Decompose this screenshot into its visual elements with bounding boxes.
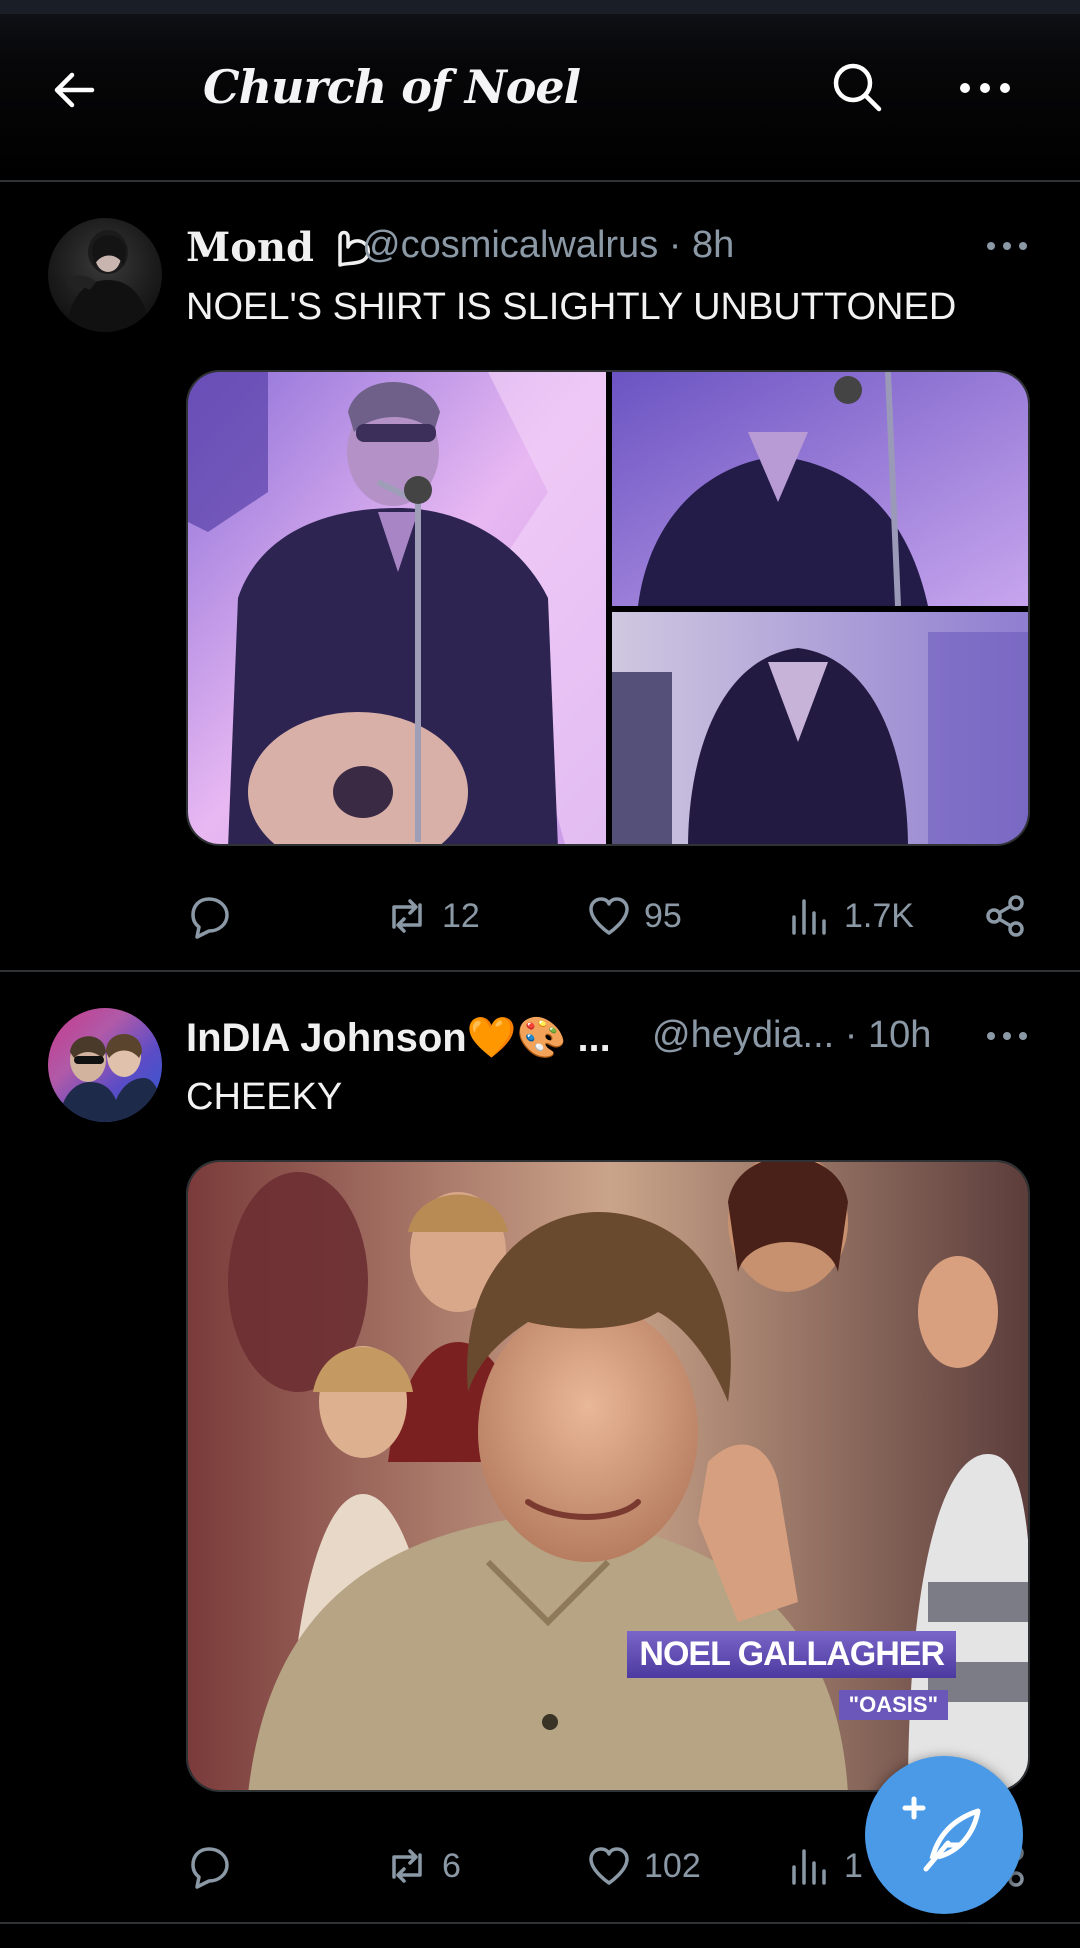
repost-button[interactable]: 6 [384, 1836, 461, 1896]
author-handle[interactable]: @heydia... · 10h [652, 1014, 931, 1057]
top-bar: Church of Noel [0, 0, 1080, 180]
tweet-actions: 12 95 1.7K [186, 886, 1030, 946]
reply-button[interactable] [186, 886, 232, 946]
tv-caption-band: "OASIS" [838, 1690, 948, 1720]
status-strip [0, 0, 1080, 14]
tweet-time: · 8h [668, 224, 735, 266]
author-handle[interactable]: @cosmicalwalrus · 8h [362, 224, 734, 267]
tweet-text: NOEL'S SHIRT IS SLIGHTLY UNBUTTONED [186, 286, 957, 328]
avatar[interactable] [48, 1008, 162, 1122]
views-button[interactable]: 1.7K [786, 886, 914, 946]
author-name[interactable]: InDIA Johnson🧡🎨 ... [186, 1014, 611, 1061]
tweet-media-grid[interactable] [186, 370, 1030, 846]
reply-icon [191, 1847, 229, 1889]
page-title: Church of Noel [203, 60, 581, 114]
tweet-divider [0, 1922, 1080, 1924]
repost-icon [392, 899, 422, 933]
share-button[interactable] [982, 886, 1028, 946]
more-icon[interactable] [955, 62, 1015, 112]
back-arrow-icon[interactable] [50, 66, 98, 114]
repost-count: 12 [442, 896, 480, 935]
views-count: 1.7K [844, 896, 914, 935]
concert-photo-collage [188, 372, 1028, 844]
share-icon [986, 895, 1024, 937]
heart-icon [589, 1847, 629, 1885]
like-count: 102 [644, 1846, 701, 1885]
repost-icon [392, 1849, 422, 1883]
author-name[interactable]: Mond [186, 224, 378, 271]
reply-button[interactable] [186, 1836, 232, 1896]
views-icon [792, 1849, 826, 1885]
views-icon [792, 899, 826, 935]
like-button[interactable]: 102 [586, 1836, 701, 1896]
like-button[interactable]: 95 [586, 886, 682, 946]
tweet-media[interactable]: NOEL GALLAGHER "OASIS" [186, 1160, 1030, 1792]
tweet-more-icon[interactable] [985, 236, 1029, 256]
tv-caption-name: NOEL GALLAGHER [627, 1631, 956, 1678]
like-count: 95 [644, 896, 682, 935]
repost-count: 6 [442, 1846, 461, 1885]
tweet-time: · 10h [844, 1014, 932, 1056]
heart-icon [589, 897, 629, 935]
reply-icon [191, 897, 229, 939]
compose-icon [902, 1796, 981, 1872]
repost-button[interactable]: 12 [384, 886, 480, 946]
compose-button[interactable] [865, 1756, 1023, 1914]
tweet-1[interactable]: Mond @cosmicalwalrus · 8h NOEL'S SHIRT I… [0, 182, 1080, 972]
tweet-more-icon[interactable] [985, 1026, 1029, 1046]
views-button[interactable]: 1 [786, 1836, 863, 1896]
tweet-text: CHEEKY [186, 1076, 343, 1118]
views-count: 1 [844, 1846, 863, 1885]
avatar[interactable] [48, 218, 162, 332]
search-icon[interactable] [830, 60, 884, 114]
